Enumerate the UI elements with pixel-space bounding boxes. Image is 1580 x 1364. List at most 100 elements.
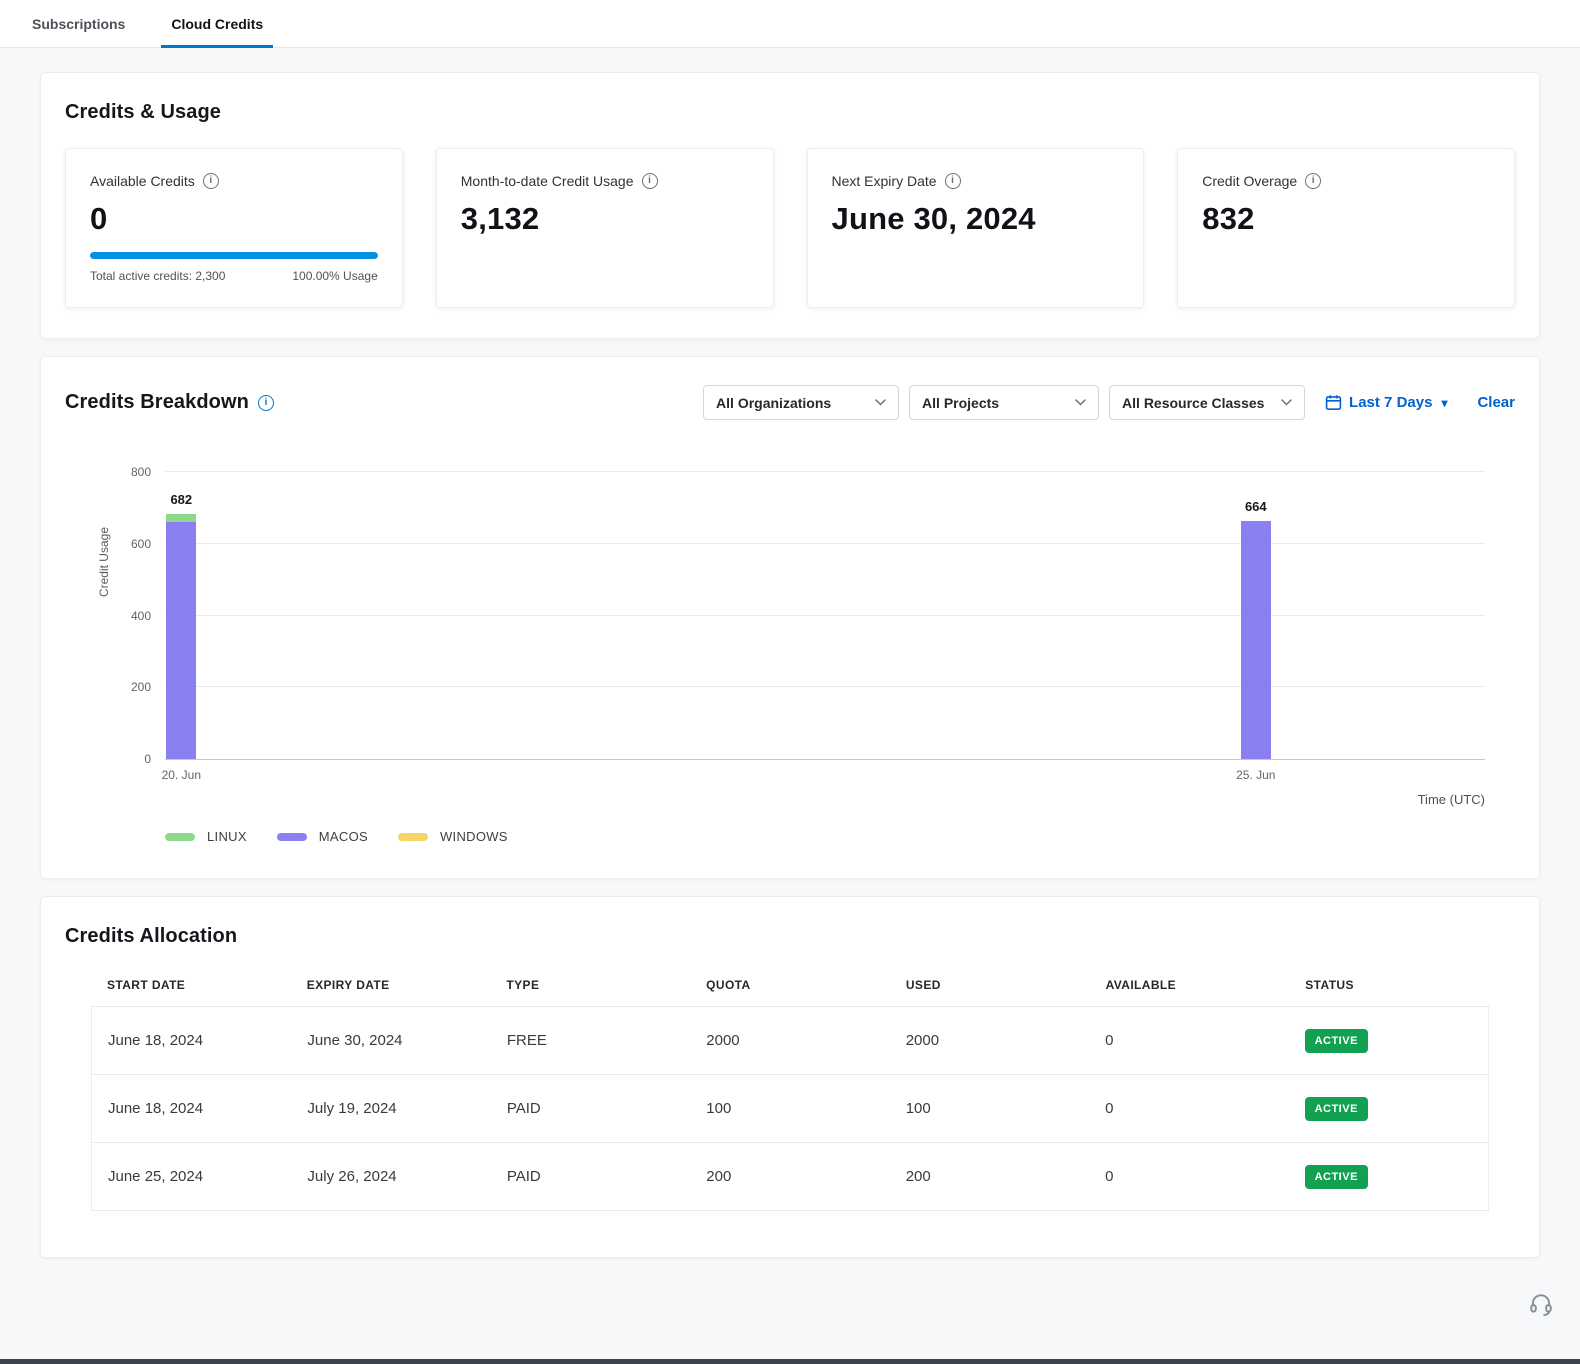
y-tick-label: 400 (131, 609, 151, 623)
info-icon[interactable]: i (642, 173, 658, 189)
col-type: TYPE (490, 978, 690, 992)
stat-label: Month-to-date Credit Usage (461, 173, 634, 189)
stats-row: Available Credits i 0 Total active credi… (65, 148, 1515, 308)
stat-value: 0 (90, 201, 378, 237)
legend-item-macos[interactable]: MACOS (277, 829, 368, 844)
cell-start-date: June 18, 2024 (92, 1100, 291, 1117)
support-chat-icon[interactable] (1528, 1291, 1554, 1322)
legend-label: WINDOWS (440, 829, 508, 844)
legend-label: MACOS (319, 829, 368, 844)
gridline (165, 543, 1485, 544)
chevron-down-icon (875, 399, 886, 406)
tab-subscriptions[interactable]: Subscriptions (22, 0, 135, 47)
y-tick-label: 200 (131, 680, 151, 694)
legend-item-linux[interactable]: LINUX (165, 829, 247, 844)
col-expiry-date: EXPIRY DATE (291, 978, 491, 992)
status-badge: ACTIVE (1305, 1097, 1368, 1121)
x-tick-label: 20. Jun (162, 768, 201, 782)
table-row: June 18, 2024 July 19, 2024 PAID 100 100… (91, 1074, 1489, 1143)
info-icon[interactable]: i (1305, 173, 1321, 189)
stat-credit-overage: Credit Overage i 832 (1177, 148, 1515, 308)
gridline (165, 471, 1485, 472)
cell-available: 0 (1089, 1168, 1288, 1185)
stat-next-expiry-date: Next Expiry Date i June 30, 2024 (807, 148, 1145, 308)
clear-filters-button[interactable]: Clear (1477, 394, 1515, 411)
cell-expiry-date: July 19, 2024 (291, 1100, 490, 1117)
info-icon[interactable]: i (203, 173, 219, 189)
credits-usage-progress (90, 252, 378, 259)
cell-available: 0 (1089, 1032, 1288, 1049)
cell-used: 100 (890, 1100, 1089, 1117)
page-content: Credits & Usage Available Credits i 0 To… (0, 48, 1580, 1258)
cell-used: 200 (890, 1168, 1089, 1185)
y-tick-label: 0 (144, 752, 151, 766)
legend-swatch (277, 833, 307, 841)
stat-label: Available Credits (90, 173, 195, 189)
cell-start-date: June 18, 2024 (92, 1032, 291, 1049)
cell-type: FREE (491, 1032, 690, 1049)
bar-segment-macos (1241, 521, 1271, 759)
chart-bar-20-jun[interactable]: 682 (166, 514, 196, 759)
info-icon[interactable]: i (945, 173, 961, 189)
credits-allocation-table: START DATE EXPIRY DATE TYPE QUOTA USED A… (91, 978, 1489, 1211)
chart-bar-25-jun[interactable]: 664 (1241, 521, 1271, 759)
cell-used: 2000 (890, 1032, 1089, 1049)
cell-expiry-date: July 26, 2024 (291, 1168, 490, 1185)
cell-quota: 100 (690, 1100, 889, 1117)
bar-segment-linux (166, 514, 196, 522)
gridline (165, 615, 1485, 616)
y-tick-label: 600 (131, 537, 151, 551)
x-tick-label: 25. Jun (1236, 768, 1275, 782)
cell-type: PAID (491, 1100, 690, 1117)
col-available: AVAILABLE (1090, 978, 1290, 992)
chevron-down-icon (1075, 399, 1086, 406)
organizations-filter-value: All Organizations (716, 395, 831, 411)
stat-value: 832 (1202, 201, 1490, 237)
col-start-date: START DATE (91, 978, 291, 992)
projects-filter[interactable]: All Projects (909, 385, 1099, 420)
chart-plot-area: 020040060080068220. Jun66425. Jun (165, 472, 1485, 760)
credits-usage-progress-fill (90, 252, 378, 259)
caret-down-icon: ▾ (1441, 396, 1447, 410)
status-badge: ACTIVE (1305, 1165, 1368, 1189)
credit-usage-chart: Credit Usage 020040060080068220. Jun6642… (65, 472, 1515, 844)
bar-total-label: 682 (166, 492, 196, 507)
gridline (165, 686, 1485, 687)
cell-quota: 2000 (690, 1032, 889, 1049)
bar-segment-macos (166, 522, 196, 759)
credits-breakdown-card: Credits Breakdown i All Organizations Al… (40, 356, 1540, 879)
info-icon[interactable]: i (258, 395, 274, 411)
organizations-filter[interactable]: All Organizations (703, 385, 899, 420)
credits-usage-title: Credits & Usage (65, 101, 1515, 124)
chevron-down-icon (1281, 399, 1292, 406)
stat-value: 3,132 (461, 201, 749, 237)
stat-label: Credit Overage (1202, 173, 1297, 189)
legend-swatch (165, 833, 195, 841)
usage-percent: 100.00% Usage (292, 269, 377, 283)
cell-type: PAID (491, 1168, 690, 1185)
credits-breakdown-title: Credits Breakdown (65, 391, 249, 414)
legend-label: LINUX (207, 829, 247, 844)
y-tick-label: 800 (131, 465, 151, 479)
resource-classes-filter[interactable]: All Resource Classes (1109, 385, 1305, 420)
cell-quota: 200 (690, 1168, 889, 1185)
table-header-row: START DATE EXPIRY DATE TYPE QUOTA USED A… (91, 978, 1489, 992)
resource-classes-filter-value: All Resource Classes (1122, 395, 1264, 411)
chart-y-axis-label: Credit Usage (97, 527, 111, 597)
status-badge: ACTIVE (1305, 1029, 1368, 1053)
stat-label: Next Expiry Date (832, 173, 937, 189)
date-range-filter[interactable]: Last 7 Days ▾ (1325, 394, 1447, 411)
tab-cloud-credits[interactable]: Cloud Credits (161, 0, 273, 47)
col-status: STATUS (1289, 978, 1489, 992)
total-active-credits: Total active credits: 2,300 (90, 269, 225, 283)
credits-usage-card: Credits & Usage Available Credits i 0 To… (40, 72, 1540, 339)
legend-item-windows[interactable]: WINDOWS (398, 829, 508, 844)
date-range-value: Last 7 Days (1349, 394, 1432, 411)
calendar-icon (1325, 394, 1342, 411)
bottom-edge-bar (0, 1359, 1580, 1364)
table-row: June 18, 2024 June 30, 2024 FREE 2000 20… (91, 1006, 1489, 1075)
projects-filter-value: All Projects (922, 395, 999, 411)
stat-available-credits: Available Credits i 0 Total active credi… (65, 148, 403, 308)
table-row: June 25, 2024 July 26, 2024 PAID 200 200… (91, 1142, 1489, 1211)
col-used: USED (890, 978, 1090, 992)
